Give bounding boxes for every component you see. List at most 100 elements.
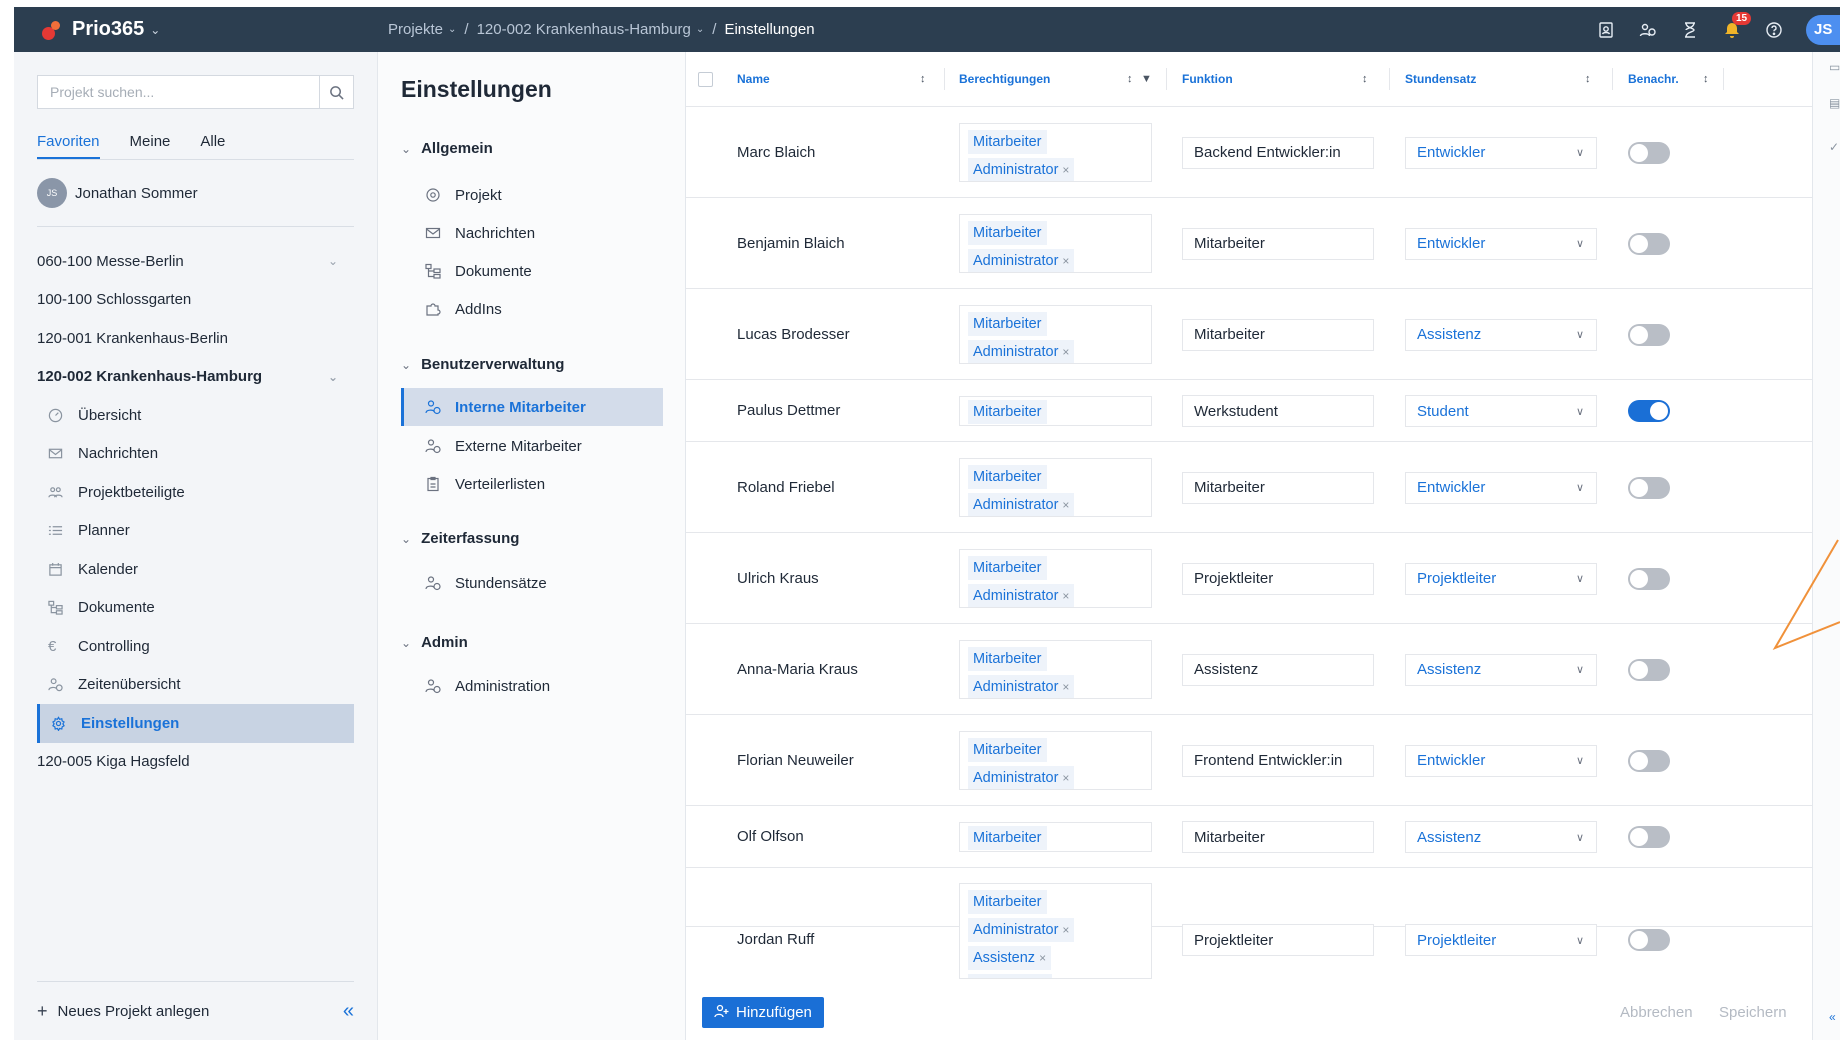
function-input[interactable]: Mitarbeiter (1182, 227, 1374, 260)
contacts-icon[interactable] (1596, 20, 1616, 40)
hourly-rate-select[interactable]: Projektleiter ∨ (1405, 562, 1597, 595)
notification-toggle[interactable] (1628, 141, 1670, 164)
permission-tag[interactable]: Mitarbeiter (968, 465, 1047, 489)
permissions-select[interactable]: Mitarbeiter Administrator × (959, 458, 1152, 517)
permission-tag[interactable]: Mitarbeiter (968, 312, 1047, 336)
nav-item-addins[interactable]: AddIns (401, 290, 663, 328)
new-project-button[interactable]: Neues Projekt anlegen (58, 1003, 210, 1020)
collapse-sidebar-icon[interactable]: « (343, 1000, 354, 1023)
nav-group-admin[interactable]: ⌄ Admin (401, 634, 468, 651)
expand-panel-icon[interactable]: « (1829, 1010, 1836, 1024)
remove-tag-icon[interactable]: × (1062, 589, 1069, 603)
notification-toggle[interactable] (1628, 400, 1670, 422)
sidebar-item-zeitenuebersicht[interactable]: Zeitenübersicht (14, 666, 378, 705)
sort-icon[interactable]: ↕ (1127, 73, 1133, 85)
project-item[interactable]: 100-100 Schlossgarten (14, 281, 378, 320)
tree-icon[interactable]: ▤ (1829, 96, 1840, 110)
notification-toggle[interactable] (1628, 476, 1670, 499)
permissions-select[interactable]: Mitarbeiter Administrator × (959, 305, 1152, 364)
hourly-rate-select[interactable]: Entwickler ∨ (1405, 744, 1597, 777)
notification-toggle[interactable] (1628, 567, 1670, 590)
chevron-down-icon[interactable]: ⌄ (328, 254, 338, 268)
add-member-button[interactable]: Hinzufügen (702, 997, 824, 1028)
column-header-name[interactable]: Name ↕ (737, 72, 926, 86)
table-row[interactable]: Florian Neuweiler Mitarbeiter Administrato… (686, 715, 1812, 806)
permission-tag[interactable]: Administrator × (968, 918, 1075, 942)
user-avatar[interactable]: JS (1806, 14, 1840, 45)
notification-toggle[interactable] (1628, 658, 1670, 681)
app-switcher[interactable]: Prio365 ⌄ (14, 18, 388, 41)
permissions-select[interactable]: Mitarbeiter Administrator × (959, 123, 1152, 182)
table-row[interactable]: Lucas Brodesser Mitarbeiter Administrator ×… (686, 289, 1812, 380)
permission-tag[interactable]: Mitarbeiter (968, 826, 1047, 850)
permission-tag[interactable]: Mitarbeiter (968, 647, 1047, 671)
table-row[interactable]: Ulrich Kraus Mitarbeiter Administrator × Pro… (686, 533, 1812, 624)
remove-tag-icon[interactable]: × (1062, 923, 1069, 937)
function-input[interactable]: Mitarbeiter (1182, 821, 1374, 853)
permission-tag[interactable]: Mitarbeiter (968, 890, 1047, 914)
project-item-active[interactable]: 120-002 Krankenhaus-Hamburg ⌄ (14, 358, 378, 397)
function-input[interactable]: Werkstudent (1182, 395, 1374, 427)
function-input[interactable]: Backend Entwickler:in (1182, 136, 1374, 169)
permission-tag[interactable]: Administrator × (968, 675, 1075, 698)
project-search-input[interactable] (38, 76, 319, 108)
permission-tag[interactable]: Mitarbeiter (968, 400, 1047, 424)
current-user[interactable]: JS Jonathan Sommer (37, 178, 198, 208)
permission-tag[interactable]: Mitarbeiter (968, 556, 1047, 580)
notification-toggle[interactable] (1628, 929, 1670, 951)
breadcrumb-project[interactable]: 120-002 Krankenhaus-Hamburg (477, 21, 691, 38)
permission-tag[interactable]: Mitarbeiter (968, 130, 1047, 154)
filter-icon[interactable]: ▼ (1141, 73, 1152, 85)
permission-tag[interactable]: Administrator × (968, 493, 1075, 516)
nav-item-projekt[interactable]: Projekt (401, 176, 663, 214)
permission-tag[interactable]: Administrator × (968, 766, 1075, 789)
permissions-select[interactable]: Mitarbeiter Administrator× Assistenz× Contr… (959, 883, 1152, 979)
tab-favoriten[interactable]: Favoriten (37, 128, 100, 159)
permission-tag[interactable]: Mitarbeiter (968, 221, 1047, 245)
column-header-stundensatz[interactable]: Stundensatz ↕ (1405, 72, 1591, 86)
check-icon[interactable]: ✓ (1829, 140, 1839, 154)
team-icon[interactable] (1638, 20, 1658, 40)
nav-item-dokumente[interactable]: Dokumente (401, 252, 663, 290)
table-row[interactable]: Roland Friebel Mitarbeiter Administrator × M… (686, 442, 1812, 533)
sidebar-item-uebersicht[interactable]: Übersicht (14, 396, 378, 435)
table-row[interactable]: Benjamin Blaich Mitarbeiter Administrator ×… (686, 198, 1812, 289)
permission-tag[interactable]: Controller× (968, 974, 1052, 978)
table-row[interactable]: Jordan Ruff Mitarbeiter Administrator × Assi… (686, 868, 1812, 979)
remove-tag-icon[interactable]: × (1062, 680, 1069, 694)
nav-group-allgemein[interactable]: ⌄ Allgemein (401, 140, 493, 157)
remove-tag-icon[interactable]: × (1062, 771, 1069, 785)
remove-tag-icon[interactable]: × (1062, 254, 1069, 268)
project-item[interactable]: 120-001 Krankenhaus-Berlin (14, 319, 378, 358)
hourly-rate-select[interactable]: Projektleiter ∨ (1405, 924, 1597, 956)
sort-icon[interactable]: ↕ (1703, 73, 1709, 85)
remove-tag-icon[interactable]: × (1062, 345, 1069, 359)
hourly-rate-select[interactable]: Assistenz ∨ (1405, 821, 1597, 853)
nav-item-interne-mitarbeiter[interactable]: Interne Mitarbeiter (401, 388, 663, 426)
permission-tag[interactable]: Assistenz × (968, 946, 1052, 970)
chevron-down-icon[interactable]: ⌄ (328, 370, 338, 384)
permission-tag[interactable]: Mitarbeiter (968, 738, 1047, 762)
permission-tag[interactable]: Administrator × (968, 158, 1075, 181)
remove-tag-icon[interactable]: × (1062, 498, 1069, 512)
help-icon[interactable] (1764, 20, 1784, 40)
permissions-select[interactable]: Mitarbeiter Administrator × (959, 549, 1152, 608)
sidebar-item-nachrichten[interactable]: Nachrichten (14, 435, 378, 474)
hourly-rate-select[interactable]: Student ∨ (1405, 395, 1597, 427)
permissions-select[interactable]: Mitarbeiter (959, 396, 1152, 426)
function-input[interactable]: Projektleiter (1182, 562, 1374, 595)
permissions-select[interactable]: Mitarbeiter Administrator × (959, 214, 1152, 273)
hourglass-icon[interactable] (1680, 20, 1700, 40)
table-row[interactable]: Paulus Dettmer Mitarbeiter Werkstudent Stud… (686, 380, 1812, 442)
function-input[interactable]: Mitarbeiter (1182, 318, 1374, 351)
sidebar-item-controlling[interactable]: € Controlling (14, 627, 378, 666)
tab-meine[interactable]: Meine (130, 128, 171, 159)
cancel-button[interactable]: Abbrechen (1620, 1004, 1693, 1021)
notification-toggle[interactable] (1628, 232, 1670, 255)
permissions-select[interactable]: Mitarbeiter Administrator × (959, 640, 1152, 699)
hourly-rate-select[interactable]: Assistenz ∨ (1405, 318, 1597, 351)
nav-item-nachrichten[interactable]: Nachrichten (401, 214, 663, 252)
select-all-checkbox[interactable] (698, 72, 713, 87)
table-row[interactable]: Marc Blaich Mitarbeiter Administrator × Back… (686, 107, 1812, 198)
column-header-benachrichtigung[interactable]: Benachr. ↕ (1628, 72, 1709, 86)
